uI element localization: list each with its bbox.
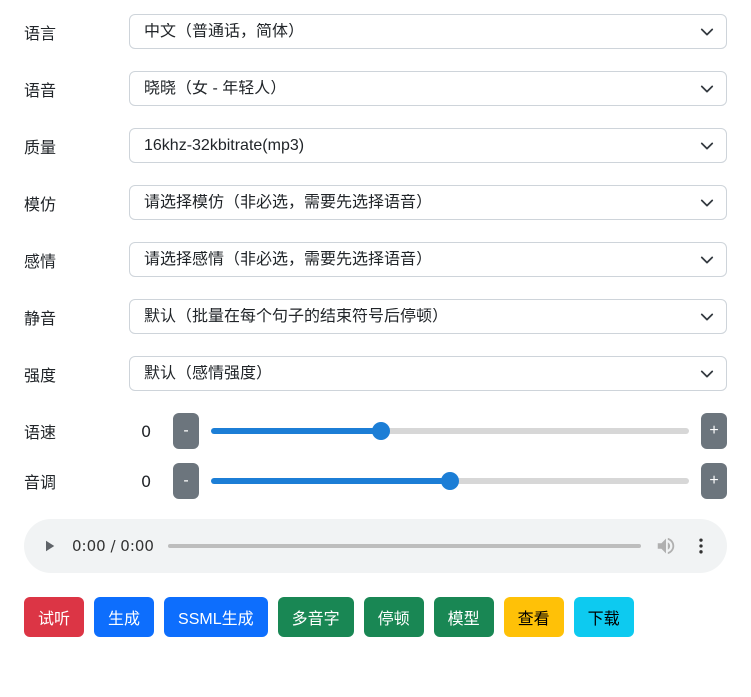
speed-value: 0 bbox=[141, 422, 161, 441]
ssml-button[interactable]: SSML生成 bbox=[164, 597, 268, 637]
language-select[interactable]: 中文（普通话，简体） bbox=[129, 14, 727, 49]
pitch-slider[interactable] bbox=[211, 478, 689, 484]
speed-slider[interactable] bbox=[211, 428, 689, 434]
emotion-label: 感情 bbox=[24, 248, 129, 272]
generate-button[interactable]: 生成 bbox=[94, 597, 154, 637]
audio-player[interactable]: 0:00 / 0:00 bbox=[24, 519, 727, 573]
intensity-select[interactable]: 默认（感情强度） bbox=[129, 356, 727, 391]
quality-label: 质量 bbox=[24, 134, 129, 158]
kebab-menu-icon[interactable] bbox=[691, 536, 711, 556]
voice-select[interactable]: 晓晓（女 - 年轻人） bbox=[129, 71, 727, 106]
imitation-label: 模仿 bbox=[24, 191, 129, 215]
pause-button[interactable]: 停顿 bbox=[364, 597, 424, 637]
intensity-label: 强度 bbox=[24, 362, 129, 386]
quality-select[interactable]: 16khz-32kbitrate(mp3) bbox=[129, 128, 727, 163]
audio-progress-bar[interactable] bbox=[168, 544, 641, 548]
emotion-select[interactable]: 请选择感情（非必选，需要先选择语音） bbox=[129, 242, 727, 277]
pitch-decrease-button[interactable]: - bbox=[173, 463, 199, 499]
volume-icon[interactable] bbox=[655, 535, 677, 557]
speed-decrease-button[interactable]: - bbox=[173, 413, 199, 449]
mute-label: 静音 bbox=[24, 305, 129, 329]
download-button[interactable]: 下载 bbox=[574, 597, 634, 637]
mute-select[interactable]: 默认（批量在每个句子的结束符号后停顿） bbox=[129, 299, 727, 334]
pitch-label: 音调 bbox=[24, 469, 129, 493]
pitch-increase-button[interactable]: + bbox=[701, 463, 727, 499]
voice-label: 语音 bbox=[24, 77, 129, 101]
preview-button[interactable]: 试听 bbox=[24, 597, 84, 637]
audio-time: 0:00 / 0:00 bbox=[72, 537, 154, 555]
speed-label: 语速 bbox=[24, 419, 129, 443]
speed-increase-button[interactable]: + bbox=[701, 413, 727, 449]
imitation-select[interactable]: 请选择模仿（非必选，需要先选择语音） bbox=[129, 185, 727, 220]
pitch-value: 0 bbox=[141, 472, 161, 491]
play-icon[interactable] bbox=[40, 537, 58, 555]
poly-button[interactable]: 多音字 bbox=[278, 597, 354, 637]
language-label: 语言 bbox=[24, 20, 129, 44]
view-button[interactable]: 查看 bbox=[504, 597, 564, 637]
model-button[interactable]: 模型 bbox=[434, 597, 494, 637]
